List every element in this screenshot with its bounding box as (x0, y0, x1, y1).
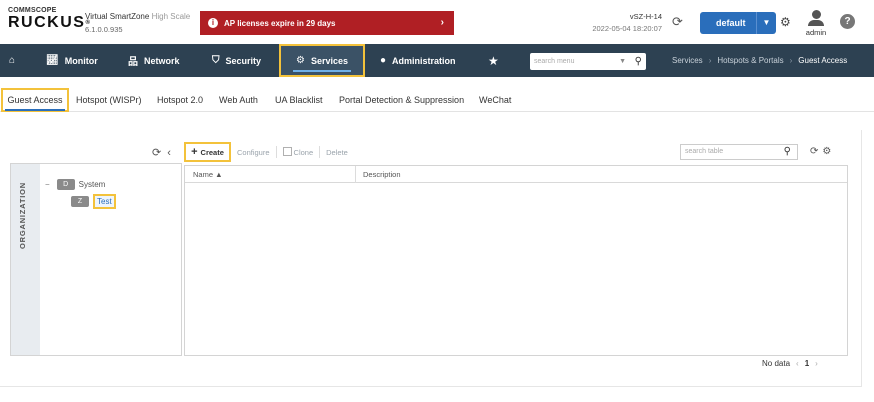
tree-node-label: System (78, 180, 106, 189)
collapse-icon[interactable]: ‹ (167, 147, 171, 159)
domain-label: default (716, 18, 746, 28)
tree-node-label-test[interactable]: Test (93, 194, 116, 209)
product-name: Virtual SmartZone High Scale (85, 12, 191, 21)
nav-services[interactable]: ⚙ Services (279, 44, 365, 77)
tab-guest-access[interactable]: Guest Access (1, 88, 69, 112)
chevron-right-icon: › (440, 17, 444, 28)
nav-home[interactable]: ⌂ (9, 44, 21, 77)
nav-security[interactable]: ⛉ Security (212, 44, 261, 77)
table-search-input[interactable]: search table ⚲ (680, 144, 798, 160)
main-navbar: ⌂ 📈︎ Monitor 品 Network ⛉ Security ⚙ Serv… (0, 44, 874, 77)
zone-badge: Z (71, 196, 89, 207)
tab-wechat[interactable]: WeChat (479, 88, 511, 112)
organization-label: ORGANIZATION (18, 182, 27, 249)
organization-tab[interactable]: ORGANIZATION (11, 164, 40, 355)
user-name: admin (805, 28, 827, 37)
gear-icon[interactable]: ⚙ (780, 15, 791, 29)
refresh-icon[interactable]: ⟳ (672, 14, 683, 30)
controller-name: vSZ-H-14 (629, 12, 662, 21)
network-icon: 品 (128, 57, 138, 68)
tree-node-system[interactable]: − D System (45, 179, 105, 190)
app-root: COMMSCOPE RUCKUS® Virtual SmartZone High… (0, 0, 874, 402)
breadcrumb-guest-access: Guest Access (798, 56, 848, 65)
grid-tools: ⟳ ⚙ (810, 146, 835, 157)
collapse-node-icon[interactable]: − (45, 180, 50, 189)
tree-node-test[interactable]: Z Test (71, 194, 116, 209)
person-icon: ● (380, 55, 387, 66)
grid-toolbar: + Create Configure Clone Delete (184, 142, 348, 162)
nav-network[interactable]: 品 Network (128, 44, 180, 77)
service-tabs: Guest Access Hotspot (WISPr) Hotspot 2.0… (0, 88, 874, 112)
page-number[interactable]: 1 (805, 359, 809, 368)
gears-icon: ⚙ (295, 55, 305, 66)
help-icon[interactable]: ? (840, 14, 855, 29)
tab-portal-detection[interactable]: Portal Detection & Suppression (339, 88, 464, 112)
breadcrumb-services[interactable]: Services (672, 56, 703, 65)
chart-icon: 📈︎ (46, 55, 59, 66)
clone-button[interactable]: Clone (282, 147, 313, 157)
next-page-icon[interactable]: › (815, 359, 818, 368)
star-icon[interactable]: ★ (488, 44, 499, 77)
home-icon: ⌂ (9, 55, 16, 66)
nav-administration[interactable]: ● Administration (380, 44, 456, 77)
breadcrumb-hotspots-portals[interactable]: Hotspots & Portals (717, 56, 783, 65)
logo-ruckus: RUCKUS® (8, 14, 90, 31)
column-header-name[interactable]: Name ▲ (193, 170, 223, 179)
alert-text: AP licenses expire in 29 days (224, 18, 336, 28)
license-alert-banner[interactable]: i AP licenses expire in 29 days › (200, 11, 454, 35)
tab-ua-blacklist[interactable]: UA Blacklist (275, 88, 323, 112)
table-header: Name ▲ Description (185, 166, 847, 183)
sort-asc-icon: ▲ (215, 170, 223, 179)
configure-button[interactable]: Configure (237, 148, 270, 157)
user-menu[interactable]: admin (804, 10, 828, 37)
delete-button[interactable]: Delete (326, 148, 348, 157)
info-icon: i (208, 18, 218, 28)
tab-hotspot-2-0[interactable]: Hotspot 2.0 (157, 88, 203, 112)
gear-icon[interactable]: ⚙ (822, 146, 831, 157)
top-header: COMMSCOPE RUCKUS® Virtual SmartZone High… (0, 0, 874, 44)
no-data-label: No data (762, 359, 791, 368)
domain-badge: D (56, 179, 75, 190)
nav-monitor[interactable]: 📈︎ Monitor (46, 44, 98, 77)
clone-icon (282, 147, 292, 156)
plus-icon: + (191, 146, 198, 158)
domain-selector-button[interactable]: default ▼ (700, 12, 776, 34)
pagination: No data ‹ 1 › (762, 359, 824, 368)
logo-commscope: COMMSCOPE (8, 7, 57, 14)
breadcrumb: Services › Hotspots & Portals › Guest Ac… (672, 56, 848, 65)
refresh-icon[interactable]: ⟳ (810, 146, 818, 157)
column-header-description[interactable]: Description (363, 170, 401, 179)
tree-tools: ⟳ ‹ (152, 146, 177, 159)
chevron-down-icon[interactable]: ▼ (756, 12, 776, 34)
chevron-down-icon[interactable]: ▼ (619, 53, 626, 70)
user-icon (811, 10, 821, 19)
search-icon[interactable]: ⚲ (784, 145, 791, 159)
tab-hotspot-wispr[interactable]: Hotspot (WISPr) (76, 88, 142, 112)
tab-web-auth[interactable]: Web Auth (219, 88, 258, 112)
organization-tree-panel: ORGANIZATION − D System Z Test (10, 163, 182, 356)
controller-info: vSZ-H-14 2022-05-04 18:20:07 (580, 12, 662, 33)
refresh-icon[interactable]: ⟳ (152, 147, 161, 159)
data-table: Name ▲ Description (184, 165, 848, 356)
product-version: 6.1.0.0.935 (85, 25, 123, 34)
logo: COMMSCOPE RUCKUS® (8, 7, 90, 32)
shield-icon: ⛉ (212, 55, 220, 66)
search-icon[interactable]: ⚲ (635, 53, 642, 70)
menu-search-input[interactable]: search menu ▼ ⚲ (530, 53, 646, 70)
prev-page-icon[interactable]: ‹ (796, 359, 799, 368)
create-button[interactable]: + Create (184, 142, 231, 162)
controller-timestamp: 2022-05-04 18:20:07 (592, 24, 662, 33)
